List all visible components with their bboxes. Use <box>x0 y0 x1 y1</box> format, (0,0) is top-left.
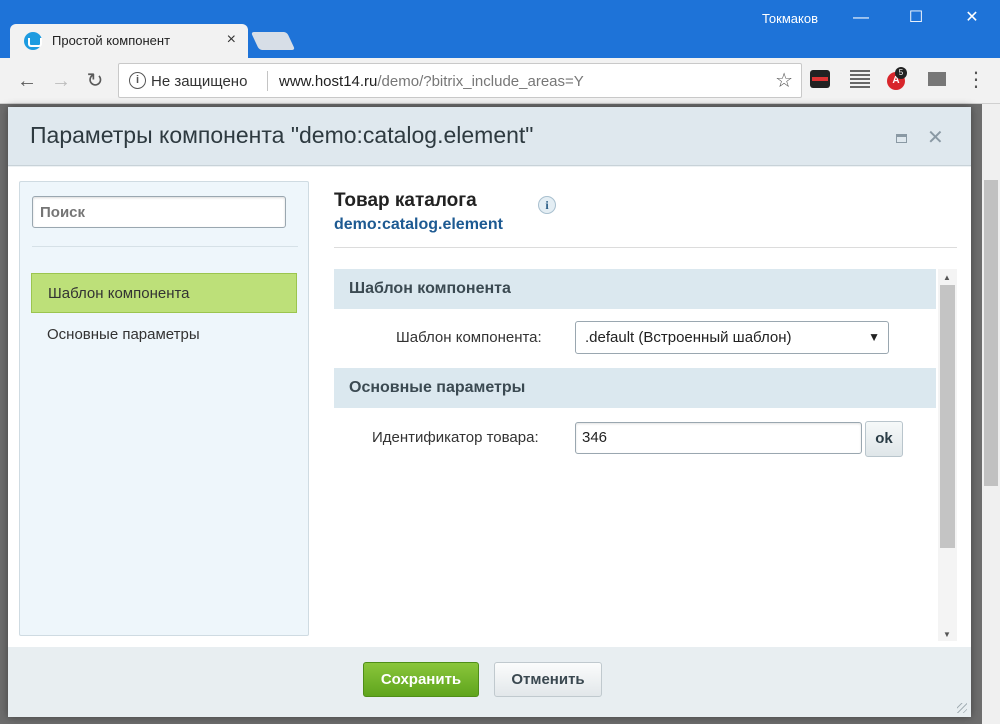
close-icon[interactable]: ✕ <box>927 125 944 150</box>
forward-button[interactable]: → <box>48 68 74 94</box>
new-tab-button[interactable] <box>250 32 296 50</box>
page-scrollbar-thumb[interactable] <box>984 180 998 486</box>
sidebar-item-main-params[interactable]: Основные параметры <box>31 315 297 355</box>
cast-extension-icon[interactable] <box>928 72 946 86</box>
browser-tab[interactable]: Простой компонент × <box>10 24 248 58</box>
info-icon[interactable]: i <box>129 72 146 89</box>
back-button[interactable]: ← <box>14 68 40 94</box>
chevron-down-icon: ▼ <box>868 330 880 344</box>
reload-button[interactable]: ↻ <box>82 68 108 94</box>
url-path: /demo/?bitrix_include_areas=Y <box>377 73 584 90</box>
dialog-footer: Сохранить Отменить <box>8 647 971 717</box>
maximize-button[interactable]: ☐ <box>901 6 931 30</box>
tab-close-button[interactable]: × <box>227 30 236 50</box>
resize-handle[interactable] <box>957 703 967 713</box>
basket-icon <box>24 32 42 50</box>
incognito-mask-icon[interactable] <box>810 70 830 88</box>
browser-toolbar: ← → ↻ i Не защищено www.host14.ru/demo/?… <box>0 58 1000 104</box>
browser-menu-icon[interactable]: ⋮ <box>966 68 986 92</box>
divider <box>267 71 268 91</box>
url-text[interactable]: www.host14.ru/demo/?bitrix_include_areas… <box>279 73 584 90</box>
window-close-button[interactable]: ✕ <box>957 6 987 30</box>
section-header-main-params: Основные параметры <box>334 368 936 408</box>
dialog-title: Параметры компонента "demo:catalog.eleme… <box>30 122 534 148</box>
scrollbar-thumb[interactable] <box>940 285 955 548</box>
reader-extension-icon[interactable] <box>850 70 870 88</box>
tab-title: Простой компонент <box>52 33 171 48</box>
address-bar[interactable]: i Не защищено www.host14.ru/demo/?bitrix… <box>118 63 802 98</box>
dialog-body: Шаблон компонента Основные параметры Тов… <box>8 167 971 647</box>
section-header-template: Шаблон компонента <box>334 269 936 309</box>
params-sidebar: Шаблон компонента Основные параметры <box>19 181 309 636</box>
cancel-button[interactable]: Отменить <box>494 662 602 697</box>
product-id-input[interactable]: 346 <box>575 422 862 454</box>
search-input[interactable] <box>32 196 286 228</box>
sidebar-item-template[interactable]: Шаблон компонента <box>31 273 297 313</box>
info-icon[interactable]: i <box>538 196 556 214</box>
content-scrollbar[interactable]: ▲ ▼ <box>938 269 957 641</box>
ok-button[interactable]: ok <box>865 421 903 457</box>
component-code: demo:catalog.element <box>334 216 503 233</box>
browser-titlebar: Простой компонент × Токмаков — ☐ ✕ <box>0 0 1000 58</box>
template-select-value: .default (Встроенный шаблон) <box>585 329 792 346</box>
scroll-down-icon[interactable]: ▼ <box>943 630 951 639</box>
save-button[interactable]: Сохранить <box>363 662 479 697</box>
divider <box>334 247 957 248</box>
template-field-label: Шаблон компонента: <box>396 329 542 346</box>
product-id-label: Идентификатор товара: <box>372 429 539 446</box>
adblock-badge: 5 <box>895 67 907 79</box>
divider <box>32 246 298 247</box>
dialog-header[interactable]: Параметры компонента "demo:catalog.eleme… <box>8 107 971 166</box>
maximize-icon[interactable] <box>896 134 907 143</box>
url-host: www.host14.ru <box>279 73 378 90</box>
bookmark-star-icon[interactable]: ☆ <box>775 68 793 93</box>
minimize-button[interactable]: — <box>846 6 876 30</box>
scroll-up-icon[interactable]: ▲ <box>943 273 951 282</box>
profile-name[interactable]: Токмаков <box>762 11 818 26</box>
component-params-dialog: Параметры компонента "demo:catalog.eleme… <box>8 107 971 717</box>
component-title: Товар каталога <box>334 190 477 211</box>
security-status[interactable]: Не защищено <box>151 73 247 90</box>
template-select[interactable]: .default (Встроенный шаблон) ▼ <box>575 321 889 354</box>
